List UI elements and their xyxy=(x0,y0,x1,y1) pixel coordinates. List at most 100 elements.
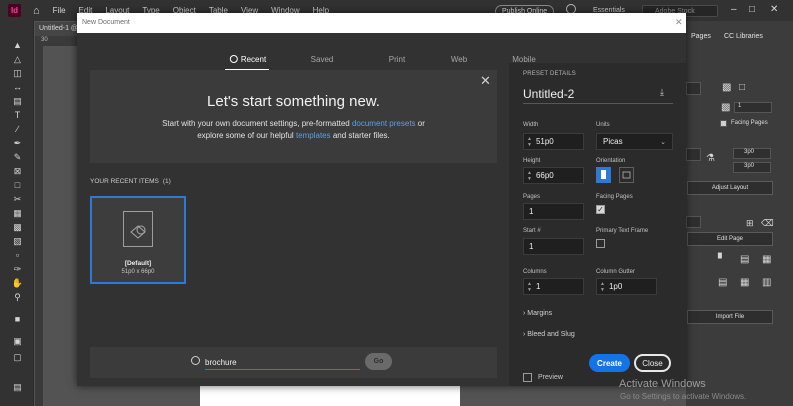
width-field[interactable]: ▲ ▼ 51p0 xyxy=(523,133,584,150)
align-middle-icon[interactable]: ▤ xyxy=(740,254,749,265)
portrait-icon[interactable] xyxy=(596,167,611,183)
type-tool-icon[interactable]: T xyxy=(11,110,24,121)
free-transform-tool-icon[interactable]: ▦ xyxy=(11,208,24,219)
gradient-feather-tool-icon[interactable]: ▧ xyxy=(11,236,24,247)
start-label: Start # xyxy=(523,228,541,234)
formatting-container-icon[interactable]: ▣ xyxy=(11,336,24,347)
rectangle-tool-icon[interactable]: □ xyxy=(11,180,24,191)
height-value: 66p0 xyxy=(535,171,554,180)
recent-item-card[interactable]: [Default] 51p0 x 66p0 xyxy=(90,196,186,284)
templates-link[interactable]: templates xyxy=(296,131,331,140)
facing-pages-checkbox[interactable]: ✓ xyxy=(596,205,605,214)
pages-count-field[interactable]: 1 xyxy=(734,102,772,113)
line-tool-icon[interactable]: ∕ xyxy=(11,124,24,135)
preset-name-underline xyxy=(523,103,673,104)
pen-tool-icon[interactable]: ✒ xyxy=(11,138,24,149)
zoom-tool-icon[interactable]: ⚲ xyxy=(11,292,24,303)
tab-recent[interactable]: Recent xyxy=(229,55,266,64)
horizontal-ruler: 30 xyxy=(35,36,77,46)
column-gutter-field[interactable]: ▲ ▼ 1p0 xyxy=(596,278,657,295)
go-button[interactable]: Go xyxy=(365,353,392,370)
align-top-icon[interactable]: ▘ xyxy=(718,254,726,265)
apply-none-icon[interactable]: ▢ xyxy=(11,352,24,363)
selection-tool-icon[interactable]: ▲ xyxy=(11,40,24,51)
tab-print[interactable]: Print xyxy=(389,55,405,64)
minimize-icon[interactable]: – xyxy=(731,4,737,15)
template-search-bar: Go xyxy=(90,347,497,378)
distribute-right-icon[interactable]: ▥ xyxy=(762,277,771,288)
tab-pages[interactable]: Pages xyxy=(691,33,711,40)
template-search-input[interactable] xyxy=(205,355,360,370)
gutter-field-2[interactable]: 3p0 xyxy=(733,162,771,173)
document-presets-link[interactable]: document presets xyxy=(352,119,416,128)
create-button[interactable]: Create xyxy=(589,354,630,372)
content-collector-icon[interactable]: ▤ xyxy=(11,96,24,107)
hand-tool-icon[interactable]: ✋ xyxy=(11,278,24,289)
eyedropper-tool-icon[interactable]: ✑ xyxy=(11,264,24,275)
distribute-icon[interactable]: ▤ xyxy=(718,277,727,288)
edit-page-button[interactable]: Edit Page xyxy=(687,232,773,246)
facing-pages-label: Facing Pages xyxy=(731,120,768,126)
delete-page-icon[interactable]: ⌫ xyxy=(761,218,774,229)
banner-close-icon[interactable]: ✕ xyxy=(480,73,491,89)
page-size-icon[interactable]: ▩ xyxy=(722,82,731,93)
units-select[interactable]: Picas ⌄ xyxy=(596,133,673,150)
direct-selection-tool-icon[interactable]: △ xyxy=(11,54,24,65)
gutter-stepper-icon[interactable]: ▲ ▼ xyxy=(600,281,605,293)
pages-field[interactable]: 1 xyxy=(523,203,584,220)
columns-stepper-icon[interactable]: ▲ ▼ xyxy=(527,281,532,293)
document-tab[interactable]: Untitled-1 @ xyxy=(35,22,77,36)
close-window-icon[interactable]: ✕ xyxy=(770,4,778,15)
gap-tool-icon[interactable]: ↔ xyxy=(11,82,24,93)
units-label: Units xyxy=(596,122,610,128)
tab-saved[interactable]: Saved xyxy=(311,55,334,64)
height-field[interactable]: ▲ ▼ 66p0 xyxy=(523,167,584,184)
pages-label: Pages xyxy=(523,194,541,200)
margins-expander[interactable]: › Margins xyxy=(523,310,552,317)
tab-cc-libraries[interactable]: CC Libraries xyxy=(724,33,763,40)
landscape-icon[interactable] xyxy=(619,167,634,183)
scissors-tool-icon[interactable]: ✂ xyxy=(11,194,24,205)
panel-dropdown-2[interactable] xyxy=(686,216,701,228)
bleed-slug-expander[interactable]: › Bleed and Slug xyxy=(523,331,575,338)
preset-details-label: PRESET DETAILS xyxy=(523,71,576,77)
distribute-center-icon[interactable]: ▦ xyxy=(740,277,749,288)
pencil-tool-icon[interactable]: ✎ xyxy=(11,152,24,163)
preview-checkbox[interactable] xyxy=(523,373,532,382)
import-file-button[interactable]: Import File xyxy=(687,310,773,324)
panel-field[interactable] xyxy=(686,148,701,161)
panel-dropdown[interactable] xyxy=(686,82,701,95)
note-tool-icon[interactable]: ▫ xyxy=(11,250,24,261)
link-icon[interactable]: ⚗ xyxy=(706,153,715,164)
adjust-layout-button[interactable]: Adjust Layout xyxy=(687,181,773,195)
column-gutter-label: Column Gutter xyxy=(596,269,636,275)
primary-text-frame-label: Primary Text Frame xyxy=(596,228,649,234)
gradient-tool-icon[interactable]: ▩ xyxy=(11,222,24,233)
preset-name-field[interactable]: Untitled-2 xyxy=(523,87,574,101)
page-orientation-icon[interactable]: □ xyxy=(739,82,745,93)
indesign-logo[interactable]: Id xyxy=(8,4,21,17)
screen-mode-icon[interactable]: ▤ xyxy=(11,382,24,393)
menu-file[interactable]: File xyxy=(53,6,66,15)
columns-field[interactable]: ▲ ▼ 1 xyxy=(523,278,584,295)
primary-text-frame-checkbox[interactable] xyxy=(596,239,605,248)
fill-stroke-icon[interactable]: ■ xyxy=(11,314,24,325)
maximize-icon[interactable]: □ xyxy=(749,4,755,15)
activate-windows-subtitle: Go to Settings to activate Windows. xyxy=(620,392,747,401)
save-preset-icon[interactable]: ⤓ xyxy=(660,87,664,98)
home-icon[interactable]: ⌂ xyxy=(33,5,40,17)
new-page-icon[interactable]: ⊞ xyxy=(746,218,754,229)
tab-web[interactable]: Web xyxy=(451,55,467,64)
grid-icon[interactable]: ▦ xyxy=(762,254,771,265)
vertical-ruler xyxy=(35,46,43,406)
width-stepper-icon[interactable]: ▲ ▼ xyxy=(527,136,532,148)
close-icon[interactable]: ✕ xyxy=(675,17,683,28)
page-tool-icon[interactable]: ◫ xyxy=(11,68,24,79)
height-stepper-icon[interactable]: ▲ ▼ xyxy=(527,170,532,182)
rectangle-frame-tool-icon[interactable]: ⊠ xyxy=(11,166,24,177)
gutter-field-1[interactable]: 3p0 xyxy=(733,148,771,159)
start-page-field[interactable]: 1 xyxy=(523,238,584,255)
close-button[interactable]: Close xyxy=(634,354,671,372)
facing-pages-checkbox[interactable] xyxy=(720,120,727,127)
search-icon xyxy=(191,356,200,365)
